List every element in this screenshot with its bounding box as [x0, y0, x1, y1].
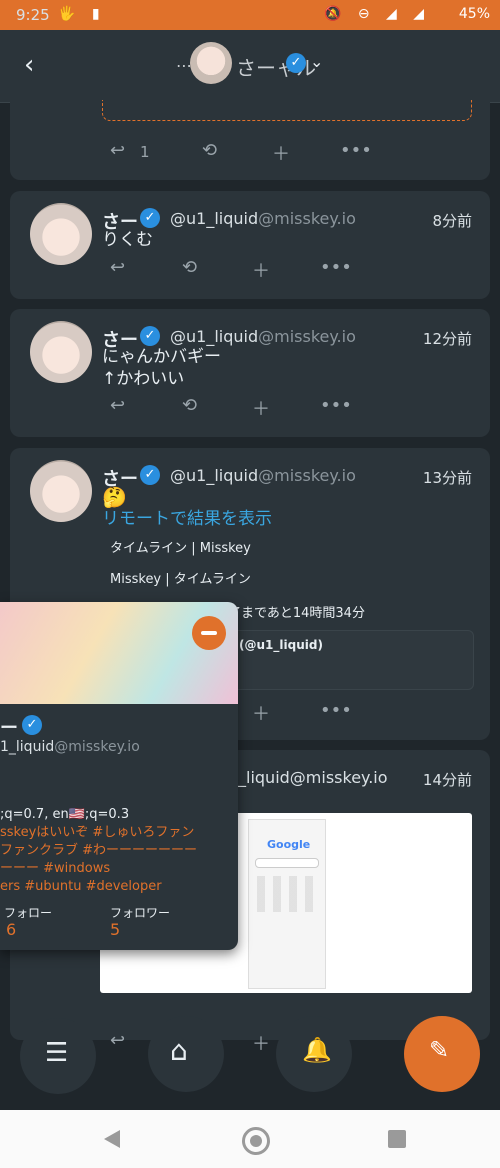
- plus-icon[interactable]: ＋: [252, 700, 270, 726]
- post-time[interactable]: 12分前: [423, 328, 472, 349]
- username[interactable]: @u1_liquid@misskey.io: [170, 209, 356, 228]
- back-icon[interactable]: ‹: [24, 50, 34, 80]
- avatar[interactable]: [30, 460, 92, 522]
- more-icon[interactable]: •••: [340, 140, 372, 161]
- more-icon[interactable]: •••: [320, 700, 352, 721]
- verified-icon: ✓: [140, 326, 160, 346]
- quote-box: [102, 100, 472, 121]
- profile-username: 1_liquid@misskey.io: [0, 739, 140, 755]
- menu-icon: ☰: [45, 1038, 69, 1068]
- post-card[interactable]: さー ✓ @u1_liquid@misskey.io 12分前 にゃんかバギー …: [10, 309, 490, 437]
- poll-status: 了まであと14時間34分: [228, 606, 365, 621]
- post-card[interactable]: さー ✓ @u1_liquid@misskey.io 8分前 りくむ ↩ ⟲ ＋…: [10, 191, 490, 299]
- notifications-button[interactable]: 🔔: [276, 1016, 352, 1092]
- bottom-action-bar: ↩ ＋ ☰ ⌂ 🔔 ✎: [0, 1016, 500, 1096]
- plus-icon[interactable]: ＋: [252, 395, 270, 421]
- reply-icon[interactable]: ↩: [110, 395, 125, 416]
- following-label: フォロー: [4, 906, 53, 920]
- recents-nav-icon[interactable]: [388, 1130, 406, 1148]
- username[interactable]: _liquid@misskey.io: [238, 768, 388, 787]
- avatar[interactable]: [30, 203, 92, 265]
- minus-icon: [201, 631, 217, 635]
- home-icon: ⌂: [170, 1034, 188, 1067]
- profile-popup[interactable]: ー ✓ 1_liquid@misskey.io ;q=0.7, en🇺🇸;q=0…: [0, 602, 238, 950]
- pencil-icon: ✎: [429, 1036, 450, 1064]
- battery-level: 45%: [458, 6, 490, 22]
- compose-button[interactable]: ✎: [404, 1016, 480, 1092]
- system-icons: 🔕 ⊖ ◢ ◢: [323, 6, 430, 22]
- quote-box[interactable]: (@u1_liquid): [228, 630, 474, 690]
- verified-icon: ✓: [140, 208, 160, 228]
- more-icon[interactable]: •••: [320, 257, 352, 278]
- status-bar: 9:25 🖐 ▮ 🔕 ⊖ ◢ ◢ 45%: [0, 0, 500, 30]
- poll-option[interactable]: Misskey | タイムライン: [110, 568, 251, 587]
- plus-icon[interactable]: ＋: [272, 140, 290, 166]
- post-time[interactable]: 14分前: [423, 769, 472, 790]
- poll-option[interactable]: タイムライン | Misskey: [110, 537, 251, 556]
- avatar[interactable]: [30, 321, 92, 383]
- profile-bio: ;q=0.7, en🇺🇸;q=0.3 sskeyはいいぞ #しゅいろファン ファ…: [0, 807, 198, 894]
- verified-icon: ✓: [286, 53, 306, 73]
- google-logo: Google: [267, 838, 311, 851]
- renote-icon[interactable]: ⟲: [182, 257, 197, 278]
- post-time[interactable]: 13分前: [423, 467, 472, 488]
- shortcut-grid: [257, 876, 315, 912]
- reply-icon[interactable]: ↩: [110, 257, 125, 278]
- post-text: りくむ: [102, 230, 153, 250]
- plus-icon[interactable]: ＋: [252, 1030, 270, 1056]
- reply-icon[interactable]: ↩: [110, 140, 125, 161]
- following-count[interactable]: 6: [6, 920, 16, 939]
- search-box: [255, 858, 319, 868]
- renote-icon[interactable]: ⟲: [202, 140, 217, 161]
- notification-icons: 🖐 ▮: [58, 6, 106, 22]
- more-icon[interactable]: •••: [320, 395, 352, 416]
- menu-button[interactable]: ☰: [20, 1018, 96, 1094]
- avatar[interactable]: [190, 42, 232, 84]
- post-text: にゃんかバギー ↑かわいい: [102, 347, 221, 389]
- post-card: ↩ 1 ⟲ ＋ •••: [10, 100, 490, 180]
- reply-icon[interactable]: ↩: [110, 1030, 125, 1051]
- followers-count[interactable]: 5: [110, 920, 120, 939]
- bell-icon: 🔔: [302, 1036, 332, 1064]
- back-nav-icon[interactable]: [104, 1130, 120, 1148]
- emoji: 🤔: [102, 485, 127, 509]
- profile-name: ー: [0, 718, 18, 739]
- post-time[interactable]: 8分前: [432, 210, 472, 231]
- unfollow-button[interactable]: [192, 616, 226, 650]
- app-header: ‹ ⋯ さーャル ✓ ⌄: [0, 30, 500, 103]
- home-button[interactable]: ⌂: [148, 1016, 224, 1092]
- quote-username: (@u1_liquid): [239, 638, 323, 652]
- verified-icon: ✓: [140, 465, 160, 485]
- reply-count: 1: [140, 143, 150, 161]
- verified-icon: ✓: [22, 715, 42, 735]
- home-nav-icon[interactable]: [242, 1127, 270, 1155]
- chevron-down-icon[interactable]: ⌄: [310, 52, 323, 71]
- followers-label: フォロワー: [110, 906, 171, 920]
- username[interactable]: @u1_liquid@misskey.io: [170, 327, 356, 346]
- system-navigation-bar: [0, 1110, 500, 1168]
- remote-result-link[interactable]: リモートで結果を表示: [102, 508, 272, 530]
- plus-icon[interactable]: ＋: [252, 257, 270, 283]
- renote-icon[interactable]: ⟲: [182, 395, 197, 416]
- embedded-phone: Google: [248, 819, 326, 989]
- username[interactable]: @u1_liquid@misskey.io: [170, 466, 356, 485]
